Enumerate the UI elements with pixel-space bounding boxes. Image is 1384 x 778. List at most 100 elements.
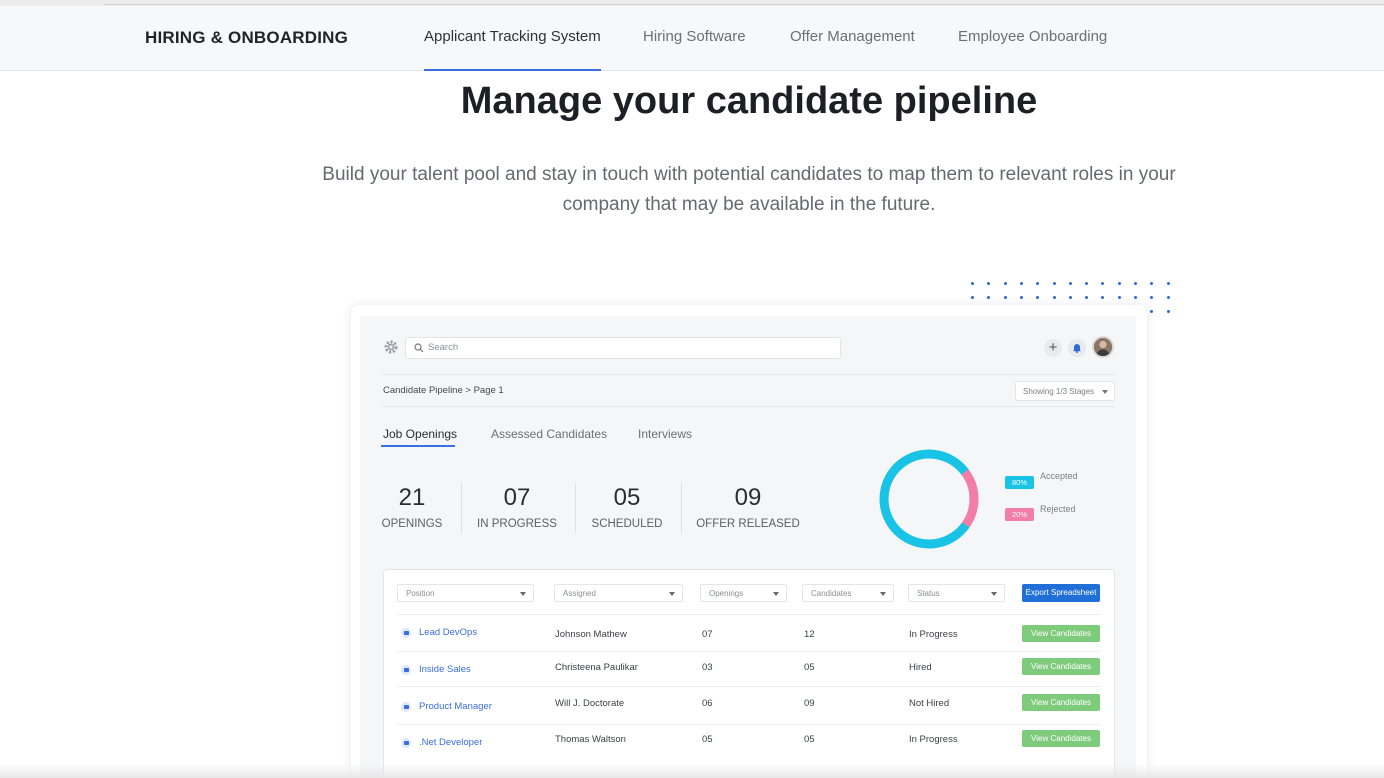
chevron-down-icon xyxy=(991,592,997,596)
breadcrumb: Candidate Pipeline > Page 1 xyxy=(383,385,504,396)
stat-openings-value: 21 xyxy=(398,484,426,511)
stat-divider xyxy=(681,483,682,533)
accepted-percent-badge: 80% xyxy=(1005,476,1034,489)
decorative-dot xyxy=(971,282,974,285)
filter-openings[interactable]: Openings xyxy=(700,584,787,602)
decorative-dot xyxy=(1166,282,1170,285)
decorative-dot xyxy=(1166,296,1170,299)
row-candidates: 05 xyxy=(804,734,815,745)
decorative-dot xyxy=(1052,282,1056,285)
avatar[interactable] xyxy=(1092,336,1114,358)
row-openings: 05 xyxy=(702,734,713,745)
acceptance-donut-chart xyxy=(879,449,979,549)
stages-select-value: Showing 1/3 Stages xyxy=(1023,387,1095,396)
nav-item-employee-onboarding[interactable]: Employee Onboarding xyxy=(958,28,1107,71)
filter-label: Candidates xyxy=(811,589,852,598)
decorative-dot xyxy=(1150,296,1154,299)
filter-status[interactable]: Status xyxy=(908,584,1005,602)
row-divider xyxy=(397,724,1100,725)
row-position-link[interactable]: Lead DevOps xyxy=(419,627,477,638)
briefcase-icon xyxy=(401,738,411,748)
stat-in-progress-label: IN PROGRESS xyxy=(477,518,557,530)
chevron-down-icon xyxy=(669,592,675,596)
briefcase-icon xyxy=(401,665,411,675)
stat-in-progress-value: 07 xyxy=(503,484,531,511)
row-assigned: Christeena Paulikar xyxy=(555,662,638,673)
decorative-dot xyxy=(1019,282,1023,285)
stat-scheduled-value: 05 xyxy=(613,484,641,511)
row-assigned: Will J. Doctorate xyxy=(555,698,625,709)
filter-label: Openings xyxy=(709,589,744,598)
filter-label: Assigned xyxy=(563,589,596,598)
stages-select[interactable]: Showing 1/3 Stages xyxy=(1015,381,1115,401)
stat-scheduled-label: SCHEDULED xyxy=(591,518,663,530)
row-divider xyxy=(397,614,1100,615)
stat-divider xyxy=(575,483,576,533)
filter-assigned[interactable]: Assigned xyxy=(554,584,683,602)
decorative-dot xyxy=(1068,282,1072,285)
divider xyxy=(383,374,1115,375)
view-candidates-button[interactable]: View Candidates xyxy=(1022,694,1100,711)
row-position-link[interactable]: Product Manager xyxy=(419,701,492,712)
briefcase-icon xyxy=(401,702,411,712)
view-candidates-button[interactable]: View Candidates xyxy=(1022,658,1100,675)
decorative-dot xyxy=(1019,296,1023,299)
row-candidates: 05 xyxy=(804,662,815,673)
filter-label: Status xyxy=(917,589,940,598)
decorative-dot xyxy=(1036,282,1040,285)
bottom-edge xyxy=(0,764,1384,778)
decorative-dot xyxy=(1003,282,1007,285)
view-candidates-button[interactable]: View Candidates xyxy=(1022,730,1100,747)
decorative-dot xyxy=(1150,282,1154,285)
tab-interviews[interactable]: Interviews xyxy=(638,427,692,441)
nav-item-applicant-tracking-system[interactable]: Applicant Tracking System xyxy=(424,28,601,71)
export-spreadsheet-button[interactable]: Export Spreadsheet xyxy=(1022,584,1100,602)
decorative-dot xyxy=(1166,310,1170,313)
row-status: In Progress xyxy=(909,734,958,745)
search-placeholder: Search xyxy=(428,342,459,353)
search-input[interactable]: Search xyxy=(405,337,841,359)
row-divider xyxy=(397,651,1100,652)
row-position-link[interactable]: Inside Sales xyxy=(419,664,471,675)
decorative-dot xyxy=(1117,296,1121,299)
gear-icon[interactable] xyxy=(383,339,399,355)
row-status: In Progress xyxy=(909,629,958,640)
add-icon[interactable]: + xyxy=(1044,339,1062,357)
decorative-dot xyxy=(1101,282,1105,285)
decorative-dot xyxy=(1117,282,1121,285)
tab-assessed-candidates[interactable]: Assessed Candidates xyxy=(491,427,607,441)
row-assigned: Thomas Waltson xyxy=(555,734,626,745)
decorative-dot xyxy=(1150,310,1154,313)
decorative-dot xyxy=(987,296,991,299)
decorative-dot xyxy=(1003,296,1007,299)
row-status: Hired xyxy=(909,662,932,673)
user-avatar-icon xyxy=(1094,338,1112,356)
chevron-down-icon xyxy=(520,592,526,596)
row-status: Not Hired xyxy=(909,698,950,709)
decorative-dot xyxy=(1101,296,1105,299)
donut-rejected-arc xyxy=(879,449,979,549)
decorative-dot xyxy=(1052,296,1056,299)
filter-label: Position xyxy=(406,589,435,598)
row-openings: 06 xyxy=(702,698,713,709)
view-candidates-button[interactable]: View Candidates xyxy=(1022,625,1100,642)
nav-item-hiring-software[interactable]: Hiring Software xyxy=(643,28,746,71)
decorative-dot xyxy=(987,282,991,285)
bell-icon[interactable] xyxy=(1068,339,1086,357)
filter-position[interactable]: Position xyxy=(397,584,534,602)
filter-candidates[interactable]: Candidates xyxy=(802,584,894,602)
decorative-dot xyxy=(1134,282,1137,285)
row-position-link[interactable]: .Net Developer xyxy=(419,737,482,748)
stat-openings-label: OPENINGS xyxy=(381,518,443,530)
stat-offer-released-value: 09 xyxy=(734,484,762,511)
chevron-down-icon xyxy=(880,592,886,596)
tab-job-openings[interactable]: Job Openings xyxy=(383,427,457,441)
row-candidates: 09 xyxy=(804,698,815,709)
stat-offer-released-label: OFFER RELEASED xyxy=(696,518,800,530)
page-subtitle: Build your talent pool and stay in touch… xyxy=(322,164,1176,215)
nav-item-offer-management[interactable]: Offer Management xyxy=(790,28,915,71)
chevron-down-icon xyxy=(1102,390,1108,394)
decorative-dot xyxy=(1036,296,1040,299)
decorative-dot xyxy=(1068,296,1072,299)
decorative-dot xyxy=(1085,282,1089,285)
